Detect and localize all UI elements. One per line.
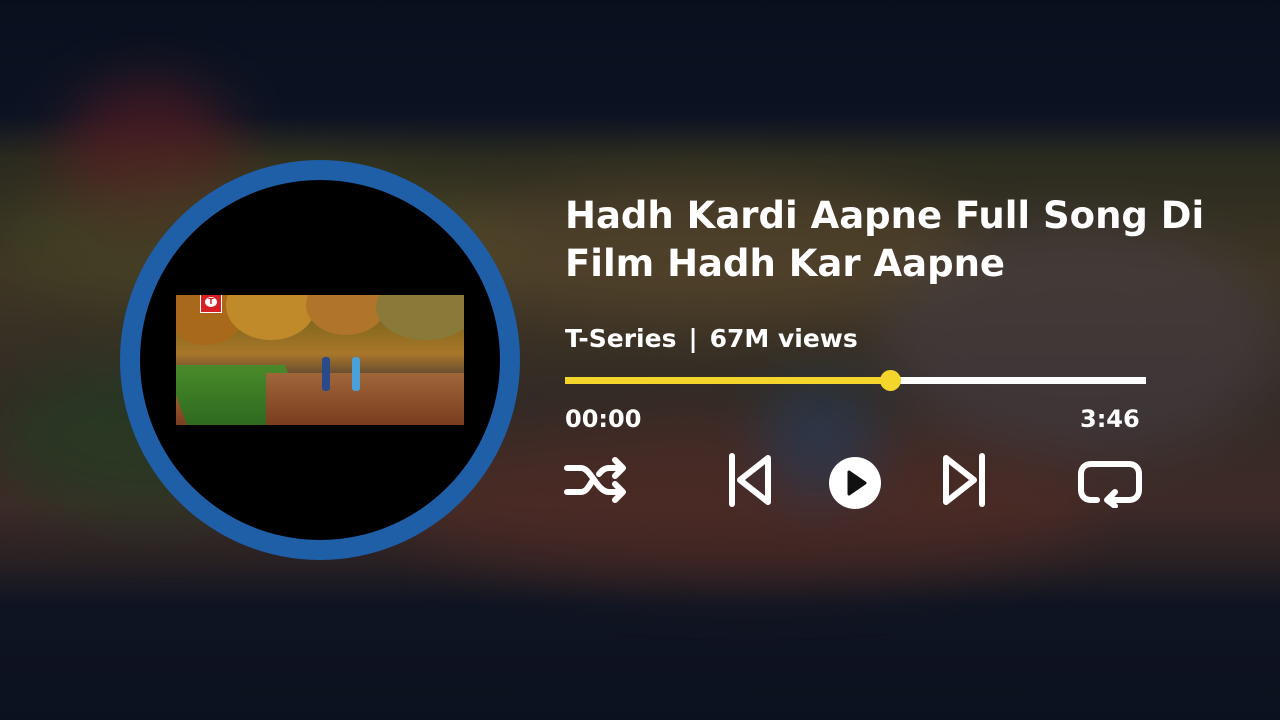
play-button[interactable] [828,456,882,510]
song-title-line1: Hadh Kardi Aapne Full Song Di [565,194,1205,237]
progress-bar[interactable] [565,370,1146,391]
meta-separator: | [688,324,698,353]
shuffle-icon [564,457,626,503]
tseries-logo: T [200,295,222,313]
progress-fill [565,377,891,384]
shuffle-button[interactable] [563,450,631,510]
next-icon [943,453,985,507]
channel-name: T-Series [565,324,677,353]
song-title: Hadh Kardi Aapne Full Song Di Film Hadh … [565,192,1265,288]
previous-icon [729,453,771,507]
video-thumbnail: T [176,295,464,425]
repeat-icon [1078,461,1142,508]
disc-center: T [140,180,500,540]
view-count: 67M views [709,324,858,353]
next-button[interactable] [940,452,988,508]
album-disc: T [120,160,520,560]
play-icon [829,457,881,509]
current-time: 00:00 [565,405,642,433]
duration: 3:46 [1080,405,1140,433]
previous-button[interactable] [726,452,774,508]
repeat-button[interactable] [1077,456,1145,508]
song-title-line2: Film Hadh Kar Aapne [565,242,1006,285]
song-meta: T-Series | 67M views [565,322,858,356]
